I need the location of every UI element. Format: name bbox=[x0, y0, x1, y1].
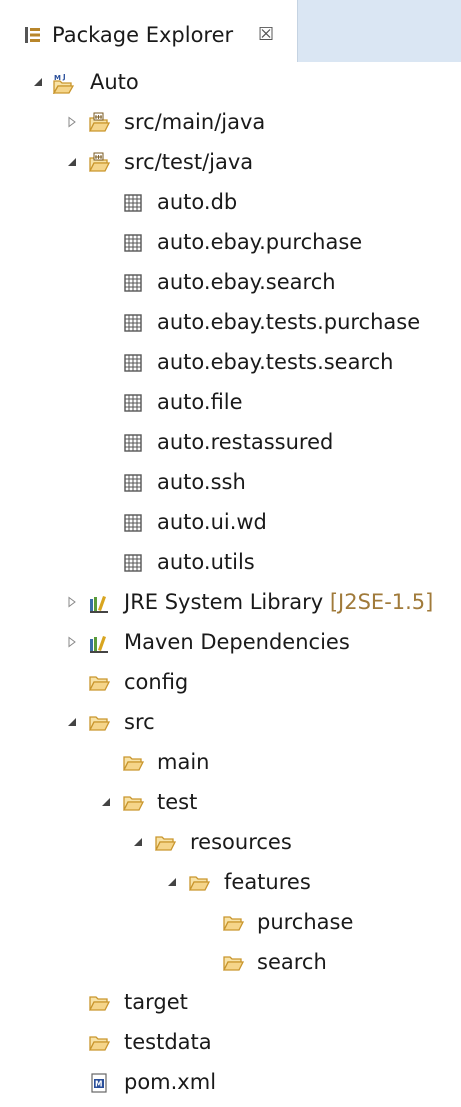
tree-item-package[interactable]: auto.ui.wd bbox=[0, 502, 461, 542]
close-icon[interactable]: ☒ bbox=[258, 24, 274, 46]
view-title: Package Explorer bbox=[52, 23, 234, 47]
tree-item-label: auto.file bbox=[157, 390, 243, 414]
tree-item-folder-features[interactable]: features bbox=[0, 862, 461, 902]
tree-item-label: test bbox=[157, 790, 198, 814]
package-icon bbox=[122, 352, 144, 374]
tree-item-folder-search[interactable]: search bbox=[0, 942, 461, 982]
folder-icon bbox=[88, 672, 110, 694]
tree-item-folder-resources[interactable]: resources bbox=[0, 822, 461, 862]
maven-file-icon bbox=[88, 1072, 110, 1094]
tree-item-package[interactable]: auto.ebay.search bbox=[0, 262, 461, 302]
tree-item-package[interactable]: auto.db bbox=[0, 182, 461, 222]
tree-item-label: main bbox=[157, 750, 210, 774]
tree-item-label: target bbox=[124, 990, 188, 1014]
package-icon bbox=[122, 472, 144, 494]
tree-item-label: auto.utils bbox=[157, 550, 255, 574]
tree-item-folder-main[interactable]: main bbox=[0, 742, 461, 782]
tree-item-src-main-java[interactable]: src/main/java bbox=[0, 102, 461, 142]
tree-item-label: auto.db bbox=[157, 190, 238, 214]
tree-item-label: search bbox=[257, 950, 327, 974]
tree-item-folder-testdata[interactable]: testdata bbox=[0, 1022, 461, 1062]
package-icon bbox=[122, 192, 144, 214]
package-icon bbox=[122, 512, 144, 534]
package-icon bbox=[122, 312, 144, 334]
source-folder-icon bbox=[88, 152, 110, 174]
expanded-triangle-icon[interactable] bbox=[100, 796, 112, 808]
tree-item-label: Maven Dependencies bbox=[124, 630, 350, 654]
library-icon bbox=[88, 592, 110, 614]
package-icon bbox=[122, 432, 144, 454]
library-name: JRE System Library bbox=[124, 590, 324, 614]
tree-item-label: testdata bbox=[124, 1030, 212, 1054]
tree-item-label: src/test/java bbox=[124, 150, 254, 174]
tree-item-label: src/main/java bbox=[124, 110, 266, 134]
tree-item-package[interactable]: auto.ebay.tests.search bbox=[0, 342, 461, 382]
folder-icon bbox=[88, 992, 110, 1014]
source-folder-icon bbox=[88, 112, 110, 134]
tree-item-package[interactable]: auto.file bbox=[0, 382, 461, 422]
folder-icon bbox=[154, 832, 176, 854]
tree-item-package[interactable]: auto.utils bbox=[0, 542, 461, 582]
folder-icon bbox=[188, 872, 210, 894]
tree-item-folder-target[interactable]: target bbox=[0, 982, 461, 1022]
view-tab-bar: Package Explorer ☒ bbox=[0, 0, 461, 62]
tree-item-package[interactable]: auto.restassured bbox=[0, 422, 461, 462]
tree-item-label: config bbox=[124, 670, 189, 694]
tab-package-explorer[interactable]: Package Explorer ☒ bbox=[0, 0, 298, 62]
tree-item-label: Auto bbox=[90, 70, 139, 94]
expanded-triangle-icon[interactable] bbox=[32, 76, 44, 88]
folder-icon bbox=[88, 712, 110, 734]
collapsed-triangle-icon[interactable] bbox=[66, 116, 78, 128]
tree-item-label: auto.ebay.purchase bbox=[157, 230, 363, 254]
package-icon bbox=[122, 232, 144, 254]
package-icon bbox=[122, 392, 144, 414]
maven-project-icon bbox=[52, 72, 74, 94]
folder-icon bbox=[222, 952, 244, 974]
tree-item-label: JRE System Library [J2SE-1.5] bbox=[124, 589, 433, 615]
tree-item-label: auto.ebay.tests.purchase bbox=[157, 310, 421, 334]
tree-item-label: auto.ebay.search bbox=[157, 270, 336, 294]
tree-item-folder-src[interactable]: src bbox=[0, 702, 461, 742]
expanded-triangle-icon[interactable] bbox=[66, 156, 78, 168]
tree-item-label: auto.restassured bbox=[157, 430, 334, 454]
tree-item-package[interactable]: auto.ssh bbox=[0, 462, 461, 502]
tree-item-label: resources bbox=[190, 830, 292, 854]
tree-item-label: src bbox=[124, 710, 155, 734]
expanded-triangle-icon[interactable] bbox=[132, 836, 144, 848]
library-icon bbox=[88, 632, 110, 654]
tree-item-folder-config[interactable]: config bbox=[0, 662, 461, 702]
folder-icon bbox=[122, 792, 144, 814]
library-decoration: [J2SE-1.5] bbox=[329, 590, 434, 614]
tree-item-folder-purchase[interactable]: purchase bbox=[0, 902, 461, 942]
tree-item-label: pom.xml bbox=[124, 1070, 217, 1094]
tree-item-file-pom[interactable]: pom.xml bbox=[0, 1062, 461, 1102]
tree-item-src-test-java[interactable]: src/test/java bbox=[0, 142, 461, 182]
collapsed-triangle-icon[interactable] bbox=[66, 596, 78, 608]
expanded-triangle-icon[interactable] bbox=[66, 716, 78, 728]
tree-item-jre-system-library[interactable]: JRE System Library [J2SE-1.5] bbox=[0, 582, 461, 622]
package-explorer-view: Package Explorer ☒ Auto src/main/java sr… bbox=[0, 0, 461, 1107]
collapsed-triangle-icon[interactable] bbox=[66, 636, 78, 648]
package-icon bbox=[122, 552, 144, 574]
folder-icon bbox=[88, 1032, 110, 1054]
tree-item-package[interactable]: auto.ebay.tests.purchase bbox=[0, 302, 461, 342]
tree-item-label: auto.ui.wd bbox=[157, 510, 267, 534]
tree-item-folder-test[interactable]: test bbox=[0, 782, 461, 822]
folder-icon bbox=[122, 752, 144, 774]
package-explorer-icon bbox=[24, 26, 42, 44]
tree-item-project-auto[interactable]: Auto bbox=[0, 62, 461, 102]
folder-icon bbox=[222, 912, 244, 934]
tree-item-label: features bbox=[224, 870, 311, 894]
tree-item-label: auto.ebay.tests.search bbox=[157, 350, 394, 374]
package-icon bbox=[122, 272, 144, 294]
tree-item-package[interactable]: auto.ebay.purchase bbox=[0, 222, 461, 262]
tree-item-label: purchase bbox=[257, 910, 354, 934]
tree-item-maven-dependencies[interactable]: Maven Dependencies bbox=[0, 622, 461, 662]
expanded-triangle-icon[interactable] bbox=[166, 876, 178, 888]
tree-item-label: auto.ssh bbox=[157, 470, 246, 494]
